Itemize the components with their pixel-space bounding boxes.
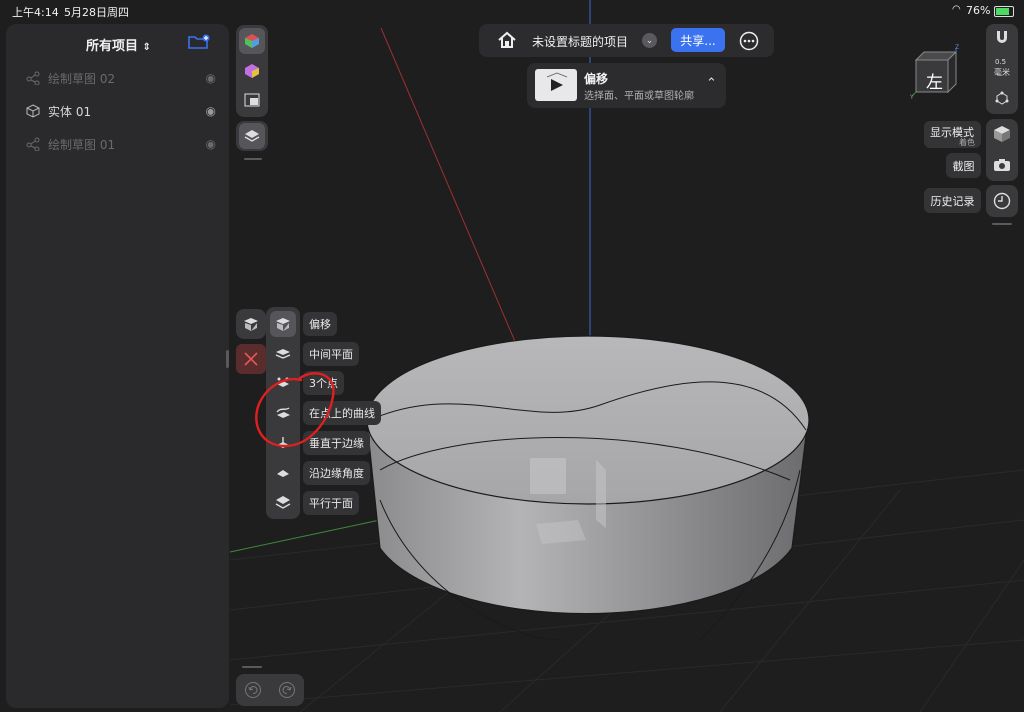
snap-toolbar: 0.5 毫米 (986, 24, 1018, 114)
eye-icon[interactable]: ◉ (206, 71, 216, 85)
operation-title: 偏移 (584, 72, 609, 86)
redo-icon[interactable] (274, 677, 300, 703)
project-tree-panel: 所有项目 ⇕ 绘制草图 02 ◉ 实体 01 ◉ 绘制草图 01 ◉ (6, 24, 229, 708)
snap-unit[interactable]: 毫米 (994, 67, 1010, 78)
tree-item-solid-01[interactable]: 实体 01 ◉ (26, 98, 216, 124)
axis-z-label: Z (955, 44, 960, 51)
shaded-cube-icon[interactable] (993, 125, 1011, 147)
color-palette-icon[interactable] (239, 58, 265, 84)
toolbar-handle[interactable] (244, 158, 262, 160)
eye-icon[interactable]: ◉ (206, 137, 216, 151)
axis-gizmo-icon[interactable] (994, 90, 1010, 110)
panel-title[interactable]: 所有项目 ⇕ (86, 35, 151, 54)
snap-value[interactable]: 0.5 (995, 58, 1006, 66)
tree-item-label: 绘制草图 01 (48, 137, 116, 152)
color-hex-icon[interactable] (239, 28, 265, 54)
primitive-toolbar (236, 25, 268, 117)
operation-subtitle: 选择面、平面或草图轮廓 (584, 91, 694, 102)
menu-item-parallel-face[interactable]: 平行于面 (303, 491, 359, 515)
panel-title-label: 所有项目 (86, 39, 139, 54)
layers-toolbar (236, 121, 268, 151)
status-date: 5月28日周四 (64, 6, 129, 19)
battery-percent: 76% (966, 4, 991, 17)
tree-item-sketch-01[interactable]: 绘制草图 01 ◉ (26, 131, 216, 157)
operation-thumbnail (535, 69, 577, 101)
home-icon[interactable] (497, 30, 517, 54)
offset-icon[interactable] (270, 311, 296, 337)
display-toolbar (986, 119, 1018, 181)
display-mode-value: 着色 (959, 138, 975, 147)
chevron-down-icon[interactable]: ⌄ (642, 33, 657, 48)
tree-item-sketch-02[interactable]: 绘制草图 02 ◉ (26, 65, 216, 91)
solid-cube-icon (26, 104, 40, 118)
status-time: 上午4:14 (12, 6, 59, 19)
history-toolbar (986, 185, 1018, 217)
operation-card[interactable]: 偏移 选择面、平面或草图轮廓 ⌃ (527, 63, 726, 108)
screenshot-button[interactable]: 截图 (946, 153, 981, 178)
toolbar-handle[interactable] (242, 666, 262, 668)
tree-item-label: 绘制草图 02 (48, 71, 116, 86)
menu-item-offset[interactable]: 偏移 (303, 312, 337, 336)
chevron-updown-icon: ⇕ (142, 42, 151, 53)
eye-icon[interactable]: ◉ (206, 104, 216, 118)
undo-icon[interactable] (240, 677, 266, 703)
toolbar-handle[interactable] (992, 223, 1012, 225)
offset-icon (238, 311, 264, 337)
battery-charging-icon (994, 6, 1014, 17)
display-mode-button[interactable]: 显示模式 着色 (924, 121, 981, 148)
image-icon[interactable] (239, 87, 265, 113)
edge-angle-icon[interactable] (270, 460, 296, 486)
project-title[interactable]: 未设置标题的项目 (532, 33, 628, 50)
y-axis-line (229, 519, 381, 553)
share-button[interactable]: 共享... (671, 28, 725, 52)
view-cube[interactable]: 左 Z Y (908, 44, 960, 102)
undo-redo-toolbar (236, 674, 304, 706)
cylinder-solid (366, 335, 810, 641)
layers-icon[interactable] (239, 123, 265, 149)
tree-item-label: 实体 01 (48, 104, 92, 119)
magnet-icon[interactable] (994, 29, 1010, 49)
panel-resize-handle[interactable] (226, 350, 229, 368)
red-circle-annotation (255, 372, 335, 448)
new-folder-icon[interactable] (188, 34, 210, 54)
camera-icon[interactable] (993, 157, 1011, 176)
history-button[interactable]: 历史记录 (924, 188, 981, 213)
clock-icon[interactable] (993, 192, 1011, 214)
wifi-icon: ◠ (952, 4, 961, 15)
parallel-face-icon[interactable] (270, 489, 296, 515)
axis-y-label: Y (910, 94, 914, 101)
menu-item-edge-angle[interactable]: 沿边缘角度 (303, 461, 370, 485)
ellipsis-icon[interactable] (739, 31, 759, 55)
view-cube-face-label: 左 (926, 73, 943, 93)
sketch-icon (26, 71, 40, 86)
offset-tool-button[interactable] (236, 309, 266, 339)
sketch-icon (26, 137, 40, 152)
chevron-up-icon[interactable]: ⌃ (706, 76, 717, 91)
project-top-bar: 未设置标题的项目 ⌄ 共享... (479, 24, 774, 57)
